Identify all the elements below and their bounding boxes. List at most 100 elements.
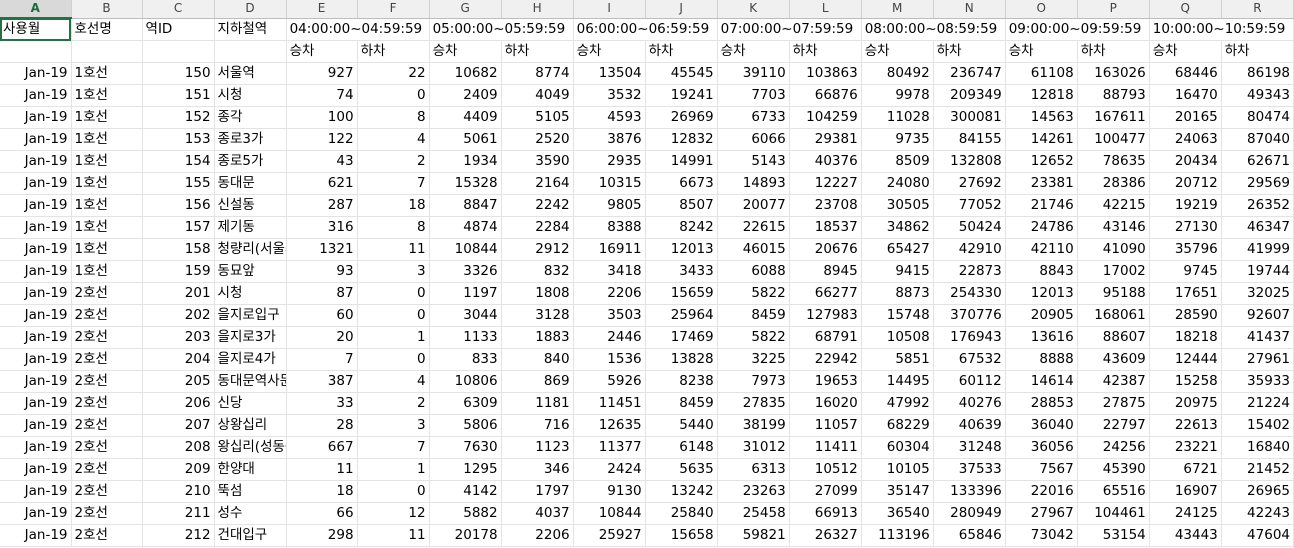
cell-B[interactable]: 1호선 — [71, 62, 143, 85]
header-cell-C1[interactable]: 역ID — [142, 18, 215, 41]
cell-O[interactable]: 21746 — [1005, 194, 1078, 217]
cell-M[interactable]: 68229 — [861, 414, 934, 437]
cell-P[interactable]: 95188 — [1077, 282, 1150, 305]
cell-F[interactable]: 4 — [357, 128, 430, 151]
cell-G[interactable]: 10844 — [429, 238, 502, 261]
cell-B[interactable]: 1호선 — [71, 194, 143, 217]
header-cell-A1[interactable]: 사용월 — [0, 18, 72, 41]
cell-N[interactable]: 31248 — [933, 436, 1006, 459]
cell-R[interactable]: 26352 — [1221, 194, 1294, 217]
cell-P[interactable]: 41090 — [1077, 238, 1150, 261]
cell-R[interactable]: 21224 — [1221, 392, 1294, 415]
cell-Q[interactable]: 43443 — [1149, 524, 1222, 547]
cell-J[interactable]: 25964 — [645, 304, 718, 327]
cell-F[interactable]: 8 — [357, 106, 430, 129]
column-header-P[interactable]: P — [1077, 0, 1150, 19]
cell-D[interactable]: 을지로3가 — [214, 326, 287, 349]
cell-D[interactable]: 종각 — [214, 106, 287, 129]
header-cell-E1[interactable]: 04:00:00~04:59:59 — [286, 18, 422, 41]
cell-G[interactable]: 15328 — [429, 172, 502, 195]
cell-N[interactable]: 176943 — [933, 326, 1006, 349]
cell-G[interactable]: 20178 — [429, 524, 502, 547]
cell-E[interactable]: 20 — [286, 326, 358, 349]
cell-E[interactable]: 28 — [286, 414, 358, 437]
cell-O[interactable]: 14563 — [1005, 106, 1078, 129]
cell-P[interactable]: 168061 — [1077, 304, 1150, 327]
cell-H[interactable]: 4037 — [501, 502, 574, 525]
cell-B[interactable]: 1호선 — [71, 260, 143, 283]
cell-F[interactable]: 11 — [357, 524, 430, 547]
cell-F[interactable]: 8 — [357, 216, 430, 239]
cell-A[interactable]: Jan-19 — [0, 458, 72, 481]
cell-I[interactable]: 2446 — [573, 326, 646, 349]
cell-J[interactable]: 8459 — [645, 392, 718, 415]
cell-C[interactable]: 151 — [142, 84, 215, 107]
cell-R[interactable]: 32025 — [1221, 282, 1294, 305]
cell-L[interactable]: 8945 — [789, 260, 862, 283]
cell-B[interactable]: 2호선 — [71, 392, 143, 415]
column-header-K[interactable]: K — [717, 0, 790, 19]
header-cell-D2[interactable] — [214, 40, 287, 63]
cell-D[interactable]: 종로3가 — [214, 128, 287, 151]
cell-C[interactable]: 152 — [142, 106, 215, 129]
cell-F[interactable]: 12 — [357, 502, 430, 525]
cell-E[interactable]: 316 — [286, 216, 358, 239]
cell-N[interactable]: 133396 — [933, 480, 1006, 503]
cell-P[interactable]: 53154 — [1077, 524, 1150, 547]
cell-M[interactable]: 8873 — [861, 282, 934, 305]
cell-O[interactable]: 42110 — [1005, 238, 1078, 261]
column-header-Q[interactable]: Q — [1149, 0, 1222, 19]
cell-K[interactable]: 5822 — [717, 282, 790, 305]
cell-L[interactable]: 29381 — [789, 128, 862, 151]
cell-R[interactable]: 15402 — [1221, 414, 1294, 437]
cell-E[interactable]: 74 — [286, 84, 358, 107]
cell-D[interactable]: 시청 — [214, 282, 287, 305]
cell-K[interactable]: 6313 — [717, 458, 790, 481]
header-cell-K1[interactable]: 07:00:00~07:59:59 — [717, 18, 853, 41]
cell-A[interactable]: Jan-19 — [0, 238, 72, 261]
cell-B[interactable]: 2호선 — [71, 304, 143, 327]
cell-J[interactable]: 8238 — [645, 370, 718, 393]
cell-D[interactable]: 건대입구 — [214, 524, 287, 547]
cell-Q[interactable]: 68446 — [1149, 62, 1222, 85]
cell-B[interactable]: 2호선 — [71, 414, 143, 437]
cell-R[interactable]: 49343 — [1221, 84, 1294, 107]
cell-N[interactable]: 60112 — [933, 370, 1006, 393]
cell-P[interactable]: 88793 — [1077, 84, 1150, 107]
cell-R[interactable]: 42243 — [1221, 502, 1294, 525]
cell-I[interactable]: 25927 — [573, 524, 646, 547]
cell-A[interactable]: Jan-19 — [0, 106, 72, 129]
cell-E[interactable]: 60 — [286, 304, 358, 327]
cell-G[interactable]: 4409 — [429, 106, 502, 129]
cell-M[interactable]: 113196 — [861, 524, 934, 547]
cell-B[interactable]: 1호선 — [71, 84, 143, 107]
cell-I[interactable]: 5926 — [573, 370, 646, 393]
cell-N[interactable]: 254330 — [933, 282, 1006, 305]
cell-L[interactable]: 40376 — [789, 150, 862, 173]
cell-D[interactable]: 제기동 — [214, 216, 287, 239]
cell-R[interactable]: 47604 — [1221, 524, 1294, 547]
cell-P[interactable]: 22797 — [1077, 414, 1150, 437]
cell-E[interactable]: 298 — [286, 524, 358, 547]
cell-M[interactable]: 8509 — [861, 150, 934, 173]
cell-R[interactable]: 27961 — [1221, 348, 1294, 371]
cell-R[interactable]: 35933 — [1221, 370, 1294, 393]
cell-C[interactable]: 207 — [142, 414, 215, 437]
column-header-C[interactable]: C — [142, 0, 215, 19]
cell-A[interactable]: Jan-19 — [0, 392, 72, 415]
cell-J[interactable]: 15659 — [645, 282, 718, 305]
cell-C[interactable]: 159 — [142, 260, 215, 283]
cell-M[interactable]: 24080 — [861, 172, 934, 195]
cell-I[interactable]: 11451 — [573, 392, 646, 415]
cell-N[interactable]: 280949 — [933, 502, 1006, 525]
cell-A[interactable]: Jan-19 — [0, 172, 72, 195]
cell-B[interactable]: 2호선 — [71, 502, 143, 525]
column-header-F[interactable]: F — [357, 0, 430, 19]
cell-J[interactable]: 12013 — [645, 238, 718, 261]
cell-A[interactable]: Jan-19 — [0, 326, 72, 349]
cell-H[interactable]: 1181 — [501, 392, 574, 415]
cell-E[interactable]: 66 — [286, 502, 358, 525]
cell-M[interactable]: 35147 — [861, 480, 934, 503]
column-header-L[interactable]: L — [789, 0, 862, 19]
cell-F[interactable]: 11 — [357, 238, 430, 261]
